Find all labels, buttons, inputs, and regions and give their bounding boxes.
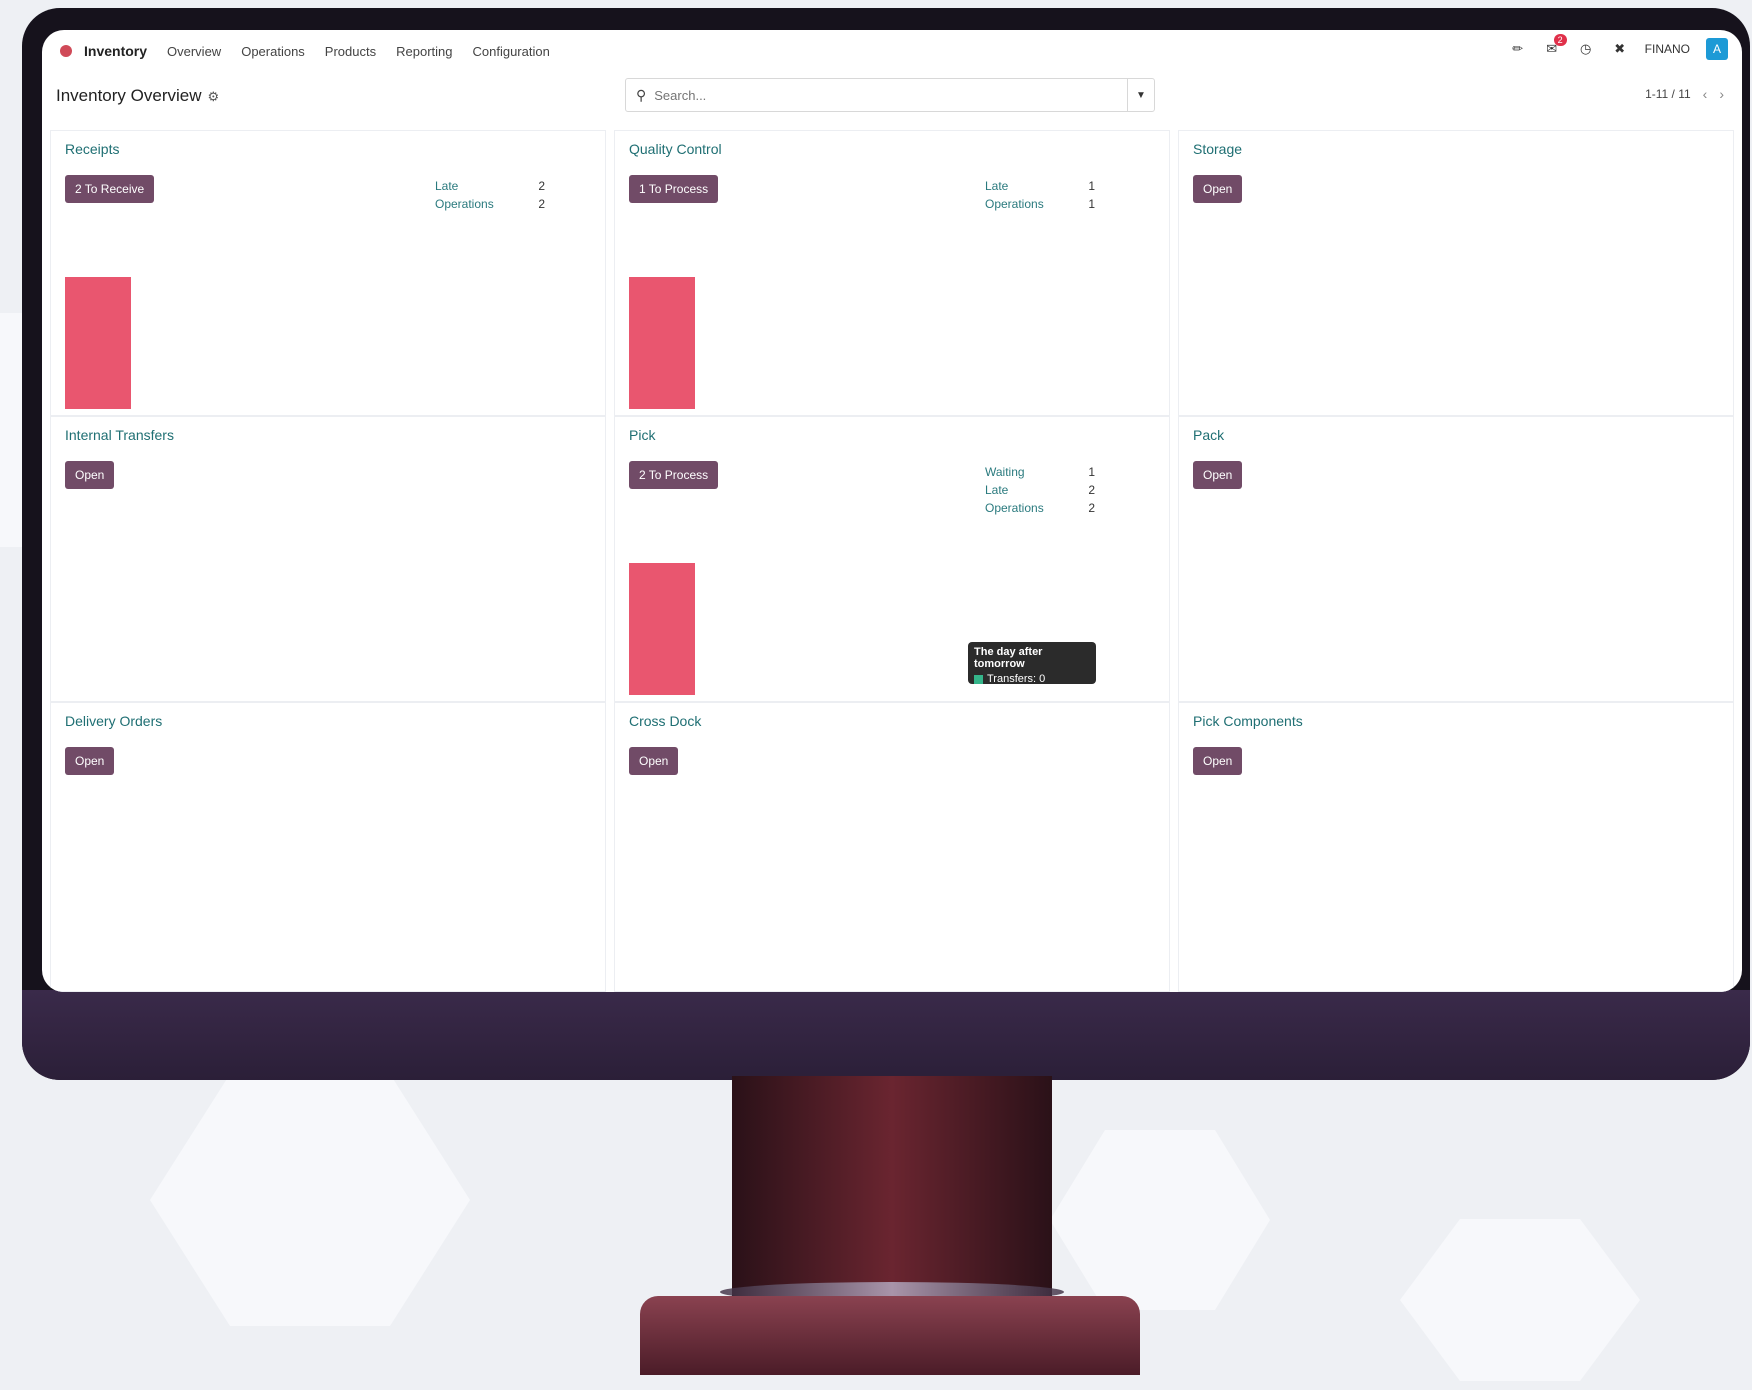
menu-operations[interactable]: Operations	[241, 44, 305, 59]
stat-label: Late	[435, 179, 459, 193]
open-button[interactable]: Open	[629, 747, 679, 775]
stat-operations[interactable]: Operations 2	[435, 195, 545, 213]
card-title[interactable]: Pack	[1193, 427, 1224, 443]
kanban-card-receipts[interactable]: Receipts 2 To Receive Late 2 Operations 2	[50, 130, 606, 416]
background-hexagon	[1050, 1130, 1270, 1310]
chart-bar[interactable]	[629, 277, 695, 409]
pager-value[interactable]: 1-11 / 11	[1645, 87, 1691, 101]
card-title[interactable]: Storage	[1193, 141, 1242, 157]
chart-bar[interactable]	[629, 563, 695, 695]
open-button[interactable]: Open	[65, 461, 115, 489]
stat-value: 1	[1088, 465, 1095, 479]
stat-label: Operations	[985, 501, 1044, 515]
stat-waiting[interactable]: Waiting 1	[985, 463, 1095, 481]
card-title[interactable]: Internal Transfers	[65, 427, 174, 443]
control-panel: Inventory Overview ⚙ ⚲ ▼ 1-11 / 11 ‹ ›	[42, 78, 1742, 122]
stat-label: Operations	[985, 197, 1044, 211]
chart-bar[interactable]	[65, 277, 131, 409]
kanban-card-internal-transfers[interactable]: Internal Transfers Open	[50, 416, 606, 702]
activity-icon[interactable]: ✏	[1509, 40, 1527, 58]
kanban-card-cross-dock[interactable]: Cross Dock Open	[614, 702, 1170, 992]
stat-value: 2	[1088, 501, 1095, 515]
card-title[interactable]: Pick	[629, 427, 655, 443]
user-avatar[interactable]: A	[1706, 38, 1728, 60]
background-hexagon	[1400, 1219, 1640, 1381]
card-title[interactable]: Delivery Orders	[65, 713, 162, 729]
app-screen: Inventory Overview Operations Products R…	[42, 30, 1742, 992]
page-title: Inventory Overview ⚙	[56, 86, 219, 106]
stat-value: 1	[1088, 179, 1095, 193]
menu-products[interactable]: Products	[325, 44, 376, 59]
open-button[interactable]: Open	[1193, 175, 1243, 203]
chart-tooltip: The day after tomorrow Transfers: 0	[968, 642, 1096, 685]
kanban-card-storage[interactable]: Storage Open	[1178, 130, 1734, 416]
to-process-button[interactable]: 2 To Process	[629, 461, 719, 489]
stat-value: 2	[538, 179, 545, 193]
stat-value: 1	[1088, 197, 1095, 211]
menu-reporting[interactable]: Reporting	[396, 44, 452, 59]
stat-late[interactable]: Late 1	[985, 177, 1095, 195]
stat-operations[interactable]: Operations 2	[985, 499, 1095, 517]
pager-next-icon[interactable]: ›	[1719, 86, 1724, 102]
stat-label: Late	[985, 179, 1009, 193]
stat-value: 2	[1088, 483, 1095, 497]
search-icon: ⚲	[636, 86, 647, 103]
top-navbar: Inventory Overview Operations Products R…	[42, 30, 1742, 72]
monitor-stand-base	[640, 1296, 1140, 1375]
tooltip-series: Transfers: 0	[974, 673, 1090, 685]
clock-icon[interactable]: ◷	[1577, 40, 1595, 58]
kanban-card-delivery-orders[interactable]: Delivery Orders Open	[50, 702, 606, 992]
open-button[interactable]: Open	[65, 747, 115, 775]
legend-swatch	[974, 674, 983, 684]
stat-label: Operations	[435, 197, 494, 211]
stat-label: Late	[985, 483, 1009, 497]
card-stats: Waiting 1 Late 2 Operations 2	[985, 463, 1095, 517]
card-title[interactable]: Receipts	[65, 141, 119, 157]
company-name[interactable]: FINANO	[1645, 42, 1690, 56]
stat-late[interactable]: Late 2	[435, 177, 545, 195]
search-bar: ⚲ ▼	[625, 78, 1155, 112]
card-title[interactable]: Cross Dock	[629, 713, 701, 729]
app-menu-icon[interactable]	[60, 45, 72, 57]
systray: ✏ ✉ 2 ◷ ✖ FINANO A	[1509, 34, 1728, 60]
kanban-card-pick-components[interactable]: Pick Components Open	[1178, 702, 1734, 992]
background-hexagon	[150, 1074, 470, 1326]
app-brand[interactable]: Inventory	[84, 43, 147, 59]
card-title[interactable]: Quality Control	[629, 141, 722, 157]
kanban-card-pack[interactable]: Pack Open	[1178, 416, 1734, 702]
kanban-card-quality-control[interactable]: Quality Control 1 To Process Late 1 Opera…	[614, 130, 1170, 416]
search-options-toggle[interactable]: ▼	[1127, 79, 1154, 111]
tools-icon[interactable]: ✖	[1611, 40, 1629, 58]
monitor-chin	[22, 990, 1750, 1080]
messages-badge: 2	[1553, 34, 1567, 46]
card-stats: Late 1 Operations 1	[985, 177, 1095, 213]
open-button[interactable]: Open	[1193, 461, 1243, 489]
to-receive-button[interactable]: 2 To Receive	[65, 175, 155, 203]
pager-previous-icon[interactable]: ‹	[1703, 86, 1708, 102]
messages-icon[interactable]: ✉ 2	[1543, 34, 1567, 58]
gear-icon[interactable]: ⚙	[208, 89, 220, 104]
pager: 1-11 / 11 ‹ ›	[1645, 86, 1724, 102]
page-title-text: Inventory Overview	[56, 86, 202, 105]
card-stats: Late 2 Operations 2	[435, 177, 545, 213]
tooltip-title: The day after tomorrow	[974, 646, 1043, 670]
stat-label: Waiting	[985, 465, 1025, 479]
stat-value: 2	[538, 197, 545, 211]
monitor-stand-neck	[732, 1076, 1052, 1306]
menu-configuration[interactable]: Configuration	[472, 44, 549, 59]
search-input[interactable]	[652, 86, 1127, 104]
stat-late[interactable]: Late 2	[985, 481, 1095, 499]
stat-operations[interactable]: Operations 1	[985, 195, 1095, 213]
open-button[interactable]: Open	[1193, 747, 1243, 775]
tooltip-series-text: Transfers: 0	[987, 673, 1046, 685]
menu-overview[interactable]: Overview	[167, 44, 221, 59]
card-title[interactable]: Pick Components	[1193, 713, 1303, 729]
to-process-button[interactable]: 1 To Process	[629, 175, 719, 203]
